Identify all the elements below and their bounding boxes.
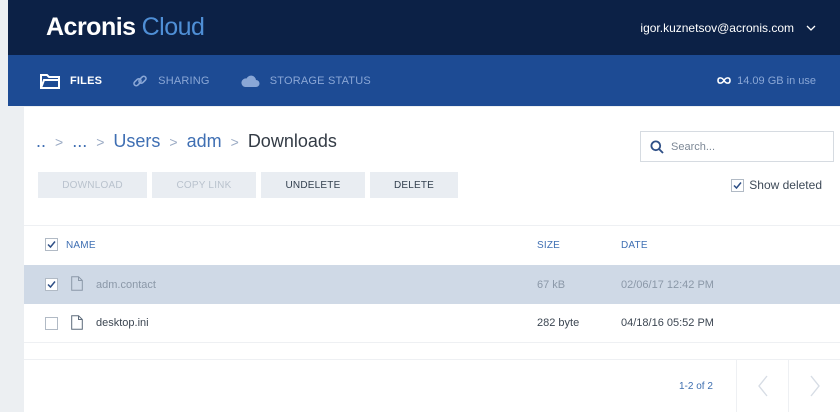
show-deleted-checkbox[interactable] [731, 178, 745, 192]
logo-product: Cloud [141, 13, 205, 41]
file-name[interactable]: desktop.ini [96, 317, 149, 329]
pagination-range: 1-2 of 2 [679, 381, 713, 392]
top-bar: Acronis Cloud igor.kuznetsov@acronis.com [8, 0, 840, 55]
show-deleted-label: Show deleted [749, 178, 822, 192]
breadcrumb-adm[interactable]: adm [187, 131, 222, 152]
table-header: NAME SIZE DATE [24, 233, 840, 257]
infinity-icon [717, 77, 731, 84]
file-name[interactable]: adm.contact [96, 279, 156, 291]
file-browser-panel: .. > ... > Users > adm > Downloads Searc… [24, 107, 840, 412]
storage-usage-text: 14.09 GB in use [737, 74, 816, 87]
row-checkbox[interactable] [45, 317, 58, 330]
undelete-button[interactable]: UNDELETE [261, 172, 365, 198]
column-header-date[interactable]: DATE [621, 240, 648, 251]
chevron-right-icon [809, 375, 820, 397]
search-icon [650, 140, 664, 154]
file-icon [71, 276, 83, 291]
tab-storage-status[interactable]: STORAGE STATUS [240, 55, 371, 106]
breadcrumb-separator: > [96, 133, 105, 150]
breadcrumb-ellipsis[interactable]: ... [72, 131, 87, 152]
logo-brand: Acronis [46, 13, 136, 41]
breadcrumb-current: Downloads [247, 131, 337, 151]
checkmark-icon [47, 241, 56, 249]
show-deleted-toggle[interactable]: Show deleted [731, 178, 822, 192]
download-button[interactable]: DOWNLOAD [38, 172, 147, 198]
table-row[interactable]: desktop.ini 282 byte 04/18/16 05:52 PM [24, 304, 840, 343]
previous-page-button[interactable] [736, 360, 788, 412]
file-date: 02/06/17 12:42 PM [621, 278, 714, 291]
tab-sharing-label: SHARING [158, 74, 210, 87]
copy-link-button[interactable]: COPY LINK [152, 172, 256, 198]
row-checkbox[interactable] [45, 278, 58, 291]
file-icon [71, 315, 83, 330]
divider [24, 225, 840, 226]
file-date: 04/18/16 05:52 PM [621, 317, 714, 329]
delete-button[interactable]: DELETE [370, 172, 458, 198]
folder-icon [40, 73, 60, 89]
breadcrumb-root[interactable]: .. [36, 131, 46, 152]
table-row[interactable]: adm.contact 67 kB 02/06/17 12:42 PM [24, 265, 840, 304]
search-placeholder: Search... [671, 140, 716, 153]
breadcrumb-separator: > [55, 133, 64, 150]
column-header-size[interactable]: SIZE [537, 240, 560, 251]
tab-files-label: FILES [70, 74, 103, 87]
breadcrumb-separator: > [169, 133, 178, 150]
select-all-checkbox[interactable] [45, 238, 58, 251]
link-icon [133, 74, 147, 87]
breadcrumb: .. > ... > Users > adm > Downloads [36, 131, 337, 152]
next-page-button[interactable] [788, 360, 840, 412]
account-menu[interactable]: igor.kuznetsov@acronis.com [640, 0, 816, 55]
file-size: 282 byte [537, 317, 580, 329]
tab-storage-status-label: STORAGE STATUS [269, 74, 371, 87]
tab-sharing[interactable]: SHARING [132, 55, 210, 106]
pagination: 1-2 of 2 [24, 360, 840, 412]
acronis-cloud-logo[interactable]: Acronis Cloud [46, 13, 205, 42]
nav-bar: FILES SHARING STORAGE STATUS 14.09 GB in… [8, 55, 840, 106]
file-size: 67 kB [537, 278, 566, 291]
action-toolbar: DOWNLOAD COPY LINK UNDELETE DELETE [38, 172, 463, 198]
storage-usage[interactable]: 14.09 GB in use [716, 55, 816, 106]
breadcrumb-separator: > [230, 133, 239, 150]
search-input[interactable]: Search... [640, 131, 834, 162]
column-header-name[interactable]: NAME [66, 240, 96, 251]
chevron-down-icon [806, 25, 816, 31]
account-email: igor.kuznetsov@acronis.com [640, 20, 794, 35]
chevron-left-icon [757, 375, 768, 397]
checkmark-icon [47, 281, 56, 289]
breadcrumb-users[interactable]: Users [113, 131, 160, 152]
checkmark-icon [733, 181, 742, 189]
tab-files[interactable]: FILES [40, 55, 102, 106]
cloud-icon [241, 75, 260, 87]
